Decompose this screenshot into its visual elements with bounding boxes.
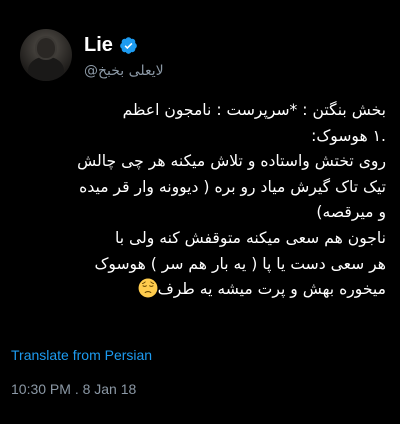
avatar-head-shape [37, 38, 55, 58]
verified-badge-icon [120, 36, 137, 54]
tweet-line: ناجون هم سعی میکنه متوقفش کنه ولی با [114, 228, 386, 247]
tweet-line: .١ هوسوک: [311, 126, 386, 145]
tweet-line: و میرقصه) [316, 203, 386, 222]
tweet-line: تیک تاک گیرش میاد رو بره ( دیوونه وار قر… [79, 177, 386, 196]
tweet-line: بخش بنگتن : *سرپرست : نامجون اعظم [122, 101, 386, 119]
tweet-line: میخوره بهش و پرت میشه یه طرف [157, 280, 386, 299]
author-info: Lie @لایعلی بخبخ [84, 31, 164, 80]
tweet-timestamp[interactable]: 10:30 PM . 8 Jan 18 [11, 381, 136, 397]
tweet-last-line: میخوره بهش و پرت میشه یه طرف [14, 277, 386, 303]
pensive-face-emoji-icon [138, 278, 158, 298]
tweet: Lie @لایعلی بخبخ بخش بنگتن : *سرپرست : ن… [0, 0, 400, 424]
translate-link[interactable]: Translate from Persian [11, 347, 152, 363]
display-name[interactable]: Lie [84, 34, 113, 57]
tweet-text: بخش بنگتن : *سرپرست : نامجون اعظم .١ هوس… [14, 98, 386, 303]
tweet-header: Lie @لایعلی بخبخ [20, 24, 164, 86]
tweet-line: هر سعی دست یا پا ( یه بار هم سر ) هوسوک [94, 254, 386, 273]
avatar-body-shape [28, 57, 64, 81]
name-row: Lie [84, 31, 164, 59]
avatar[interactable] [20, 29, 72, 81]
tweet-line: روی تختش واستاده و تلاش میکنه هر چی چالش [77, 152, 386, 171]
author-handle[interactable]: @لایعلی بخبخ [84, 63, 164, 79]
